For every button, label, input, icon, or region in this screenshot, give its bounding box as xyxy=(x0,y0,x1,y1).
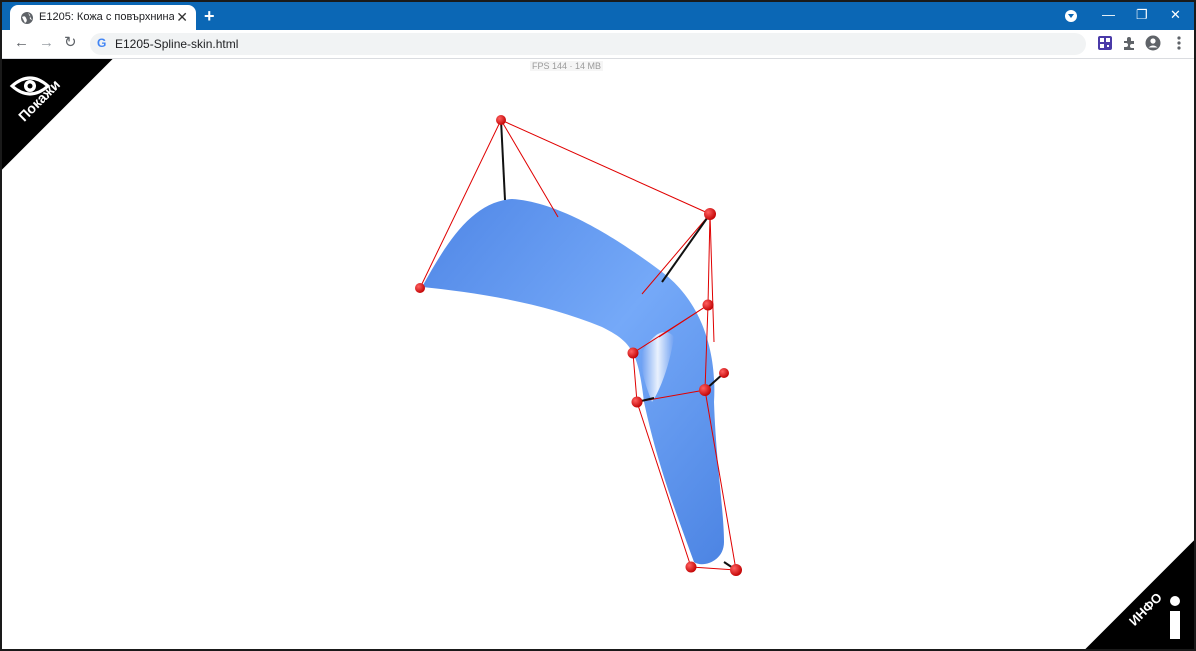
minimize-button[interactable]: — xyxy=(1102,6,1115,24)
control-point[interactable] xyxy=(415,283,425,293)
profile-icon[interactable] xyxy=(1145,35,1161,51)
reload-icon[interactable]: ↻ xyxy=(64,34,77,52)
tab-title: E1205: Кожа с повърхнина на Б xyxy=(39,11,174,23)
control-point[interactable] xyxy=(685,561,697,573)
new-tab-button[interactable]: + xyxy=(204,6,215,26)
url-text[interactable]: E1205-Spline-skin.html xyxy=(115,37,238,51)
3d-viewport[interactable] xyxy=(2,59,1194,649)
fps-stats: FPS 144 · 14 MB xyxy=(530,61,604,71)
info-icon xyxy=(1170,596,1180,639)
browser-tab[interactable]: E1205: Кожа с повърхнина на Б ✕ xyxy=(10,5,196,30)
browser-toolbar: ← → ↻ G E1205-Spline-skin.html xyxy=(2,30,1194,59)
show-corner-button[interactable] xyxy=(2,59,122,179)
control-point[interactable] xyxy=(702,299,714,311)
google-g-icon: G xyxy=(97,36,107,50)
info-corner-button[interactable] xyxy=(1084,539,1194,649)
qr-code-icon[interactable] xyxy=(1097,35,1113,51)
close-window-button[interactable]: ✕ xyxy=(1170,6,1181,24)
spline-skin-surface xyxy=(422,199,724,565)
control-point[interactable] xyxy=(496,115,506,125)
control-point[interactable] xyxy=(719,368,729,378)
back-arrow-icon[interactable]: ← xyxy=(14,34,29,52)
globe-icon xyxy=(21,12,33,24)
menu-icon[interactable] xyxy=(1171,35,1187,51)
tab-search-icon[interactable] xyxy=(1065,10,1077,22)
tab-close-button[interactable]: ✕ xyxy=(176,9,188,25)
control-point[interactable] xyxy=(730,564,742,576)
control-point[interactable] xyxy=(631,396,643,408)
control-point[interactable] xyxy=(699,384,711,396)
restore-button[interactable]: ❐ xyxy=(1136,6,1148,24)
control-point[interactable] xyxy=(704,208,716,220)
address-bar[interactable]: G E1205-Spline-skin.html xyxy=(90,33,1086,55)
browser-title-bar: E1205: Кожа с повърхнина на Б ✕ + — ❐ ✕ xyxy=(2,2,1194,30)
extensions-icon[interactable] xyxy=(1121,35,1137,51)
forward-arrow-icon[interactable]: → xyxy=(39,34,54,52)
control-point[interactable] xyxy=(627,347,639,359)
